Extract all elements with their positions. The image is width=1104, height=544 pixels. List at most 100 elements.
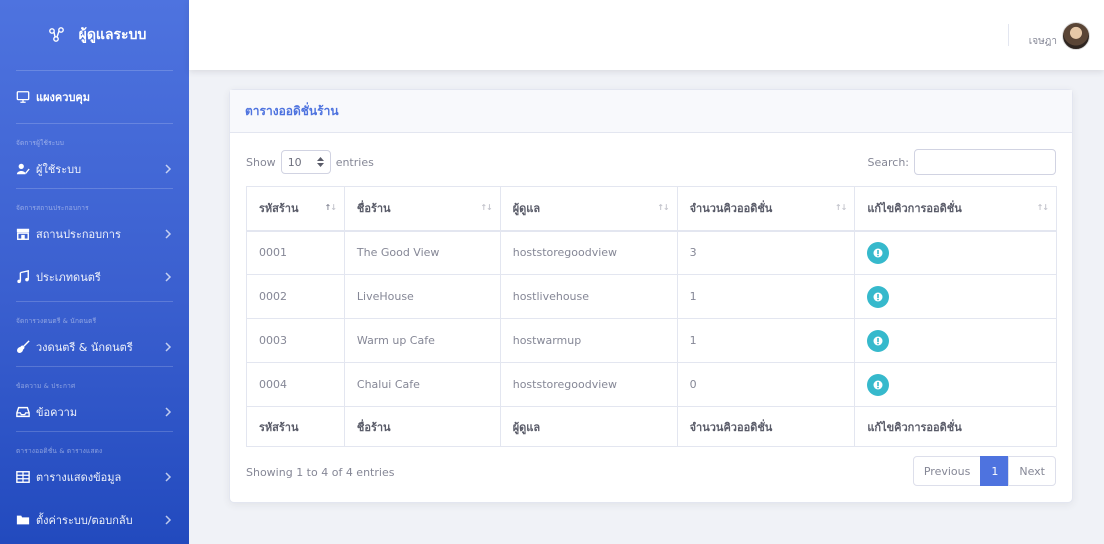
chevron-right-icon (165, 342, 172, 352)
previous-page-button[interactable]: Previous (912, 456, 982, 486)
sidebar-heading: ตารางออดิชั่น & ตารางแสดง (16, 447, 103, 455)
cell-store-name: The Good View (343, 230, 501, 275)
info-icon (873, 336, 883, 345)
card-title: ตารางออดิชั่นร้าน (245, 103, 339, 118)
cell-store-id: 0001 (246, 230, 345, 275)
sidebar-item-settings[interactable]: ตั้งค่าระบบ/ตอบกลับ (0, 500, 189, 540)
audition-table-card: ตารางออดิชั่นร้าน Show 10 entries Search… (229, 89, 1073, 503)
cell-admin: hostwarmup (499, 318, 678, 363)
sidebar-item-label: วงดนตรี & นักดนตรี (36, 341, 133, 354)
column-header-edit-queue[interactable]: แก้ไขคิวการออดิชั่น ↑↓ (854, 186, 1057, 232)
search-input[interactable] (914, 149, 1056, 175)
page-1-button[interactable]: 1 (980, 456, 1010, 486)
table-row: 0004 Chalui Cafe hoststoregoodview 0 (246, 362, 1057, 407)
cell-store-name: Chalui Cafe (343, 362, 501, 407)
edit-queue-button[interactable] (867, 329, 890, 352)
edit-queue-button[interactable] (867, 241, 890, 264)
sidebar-heading: จัดการวงดนตรี & นักดนตรี (16, 317, 97, 325)
inbox-icon (16, 406, 30, 418)
sidebar-item-bands[interactable]: วงดนตรี & นักดนตรี (0, 328, 189, 366)
user-name[interactable]: เจษฎา (1029, 34, 1057, 49)
store-icon (16, 228, 30, 240)
cell-store-name: LiveHouse (343, 274, 501, 319)
column-header-label: จำนวนคิวออดิชั่น (689, 202, 773, 216)
cell-audition-count: 1 (676, 318, 856, 363)
chevron-right-icon (165, 272, 172, 282)
chevron-right-icon (165, 164, 172, 174)
sidebar-item-dashboard[interactable]: แผงควบคุม (0, 71, 189, 123)
sidebar-item-label: แผงควบคุม (36, 91, 91, 104)
topbar-divider (1008, 24, 1009, 46)
sidebar-item-messages[interactable]: ข้อความ (0, 393, 189, 431)
card-header: ตารางออดิชั่นร้าน (230, 90, 1072, 133)
column-header-audition-count[interactable]: จำนวนคิวออดิชั่น ↑↓ (676, 186, 856, 232)
cell-audition-count: 1 (676, 274, 856, 319)
users-icon (16, 163, 30, 175)
cell-admin: hostlivehouse (499, 274, 678, 319)
edit-queue-button[interactable] (867, 285, 890, 308)
avatar[interactable] (1062, 22, 1090, 50)
show-label: Show (246, 155, 276, 169)
sidebar-item-label: สถานประกอบการ (36, 228, 121, 241)
sort-icon: ↑↓ (324, 203, 336, 212)
folder-icon (16, 515, 30, 525)
audition-table: รหัสร้าน ↑↓ ชื่อร้าน ↑↓ ผู้ดูแล ↑↓ จำนวนคิว… (246, 186, 1057, 447)
sidebar-item-label: ประเภทดนตรี (36, 271, 101, 284)
cell-edit (854, 230, 1057, 275)
entries-length-control: Show 10 entries (246, 150, 374, 174)
sidebar-item-establishments[interactable]: สถานประกอบการ (0, 215, 189, 253)
footer-label: แก้ไขคิวการออดิชั่น (854, 406, 1057, 447)
table-info: Showing 1 to 4 of 4 entries (246, 466, 395, 479)
table-row: 0003 Warm up Cafe hostwarmup 1 (246, 318, 1057, 363)
cell-admin: hoststoregoodview (499, 362, 678, 407)
brand[interactable]: ผู้ดูแลระบบ (0, 0, 189, 70)
column-header-label: แก้ไขคิวการออดิชั่น (867, 202, 962, 216)
info-icon (873, 248, 883, 258)
cell-audition-count: 3 (676, 230, 856, 275)
cell-edit (854, 318, 1057, 363)
guitar-icon (17, 340, 30, 353)
table-controls: Show 10 entries Search: (246, 149, 1056, 175)
table-icon (16, 471, 30, 483)
column-header-store-id[interactable]: รหัสร้าน ↑↓ (246, 186, 345, 232)
column-header-label: ผู้ดูแล (512, 202, 541, 216)
info-icon (873, 292, 883, 301)
next-page-button[interactable]: Next (1008, 456, 1056, 486)
topbar: เจษฎา (189, 0, 1104, 70)
sidebar-item-label: ผู้ใช้ระบบ (36, 163, 82, 176)
chevron-right-icon (165, 472, 172, 482)
sidebar-heading: จัดการผู้ใช้ระบบ (16, 139, 65, 147)
sidebar-item-label: ตั้งค่าระบบ/ตอบกลับ (36, 514, 133, 527)
search-label: Search: (867, 155, 910, 169)
sort-icon: ↑↓ (657, 203, 669, 212)
table-footer-row: รหัสร้าน ชื่อร้าน ผู้ดูแล จำนวนคิวออดิชั… (246, 406, 1057, 447)
entries-select[interactable]: 10 (280, 150, 331, 174)
cell-admin: hoststoregoodview (499, 230, 678, 275)
footer-label: ชื่อร้าน (343, 406, 501, 447)
sidebar-heading: ข้อความ & ประกาศ (16, 382, 76, 390)
sidebar-item-label: ตารางแสดงข้อมูล (36, 471, 122, 484)
brand-text: ผู้ดูแลระบบ (78, 27, 147, 43)
sidebar-heading: จัดการสถานประกอบการ (16, 204, 89, 212)
sidebar-item-music-types[interactable]: ประเภทดนตรี (0, 253, 189, 301)
column-header-label: รหัสร้าน (259, 202, 299, 216)
edit-queue-button[interactable] (867, 373, 890, 396)
sidebar-item-schedule-table[interactable]: ตารางแสดงข้อมูล (0, 458, 189, 496)
chevron-right-icon (165, 515, 172, 525)
pagination: Previous 1 Next (912, 456, 1056, 486)
info-icon (873, 380, 883, 389)
entries-select-value: 10 (287, 155, 302, 169)
cell-audition-count: 0 (676, 362, 856, 407)
column-header-label: ชื่อร้าน (356, 202, 391, 216)
column-header-admin[interactable]: ผู้ดูแล ↑↓ (499, 186, 678, 232)
column-header-store-name[interactable]: ชื่อร้าน ↑↓ (343, 186, 501, 232)
sort-updown-icon (316, 157, 324, 167)
table-header-row: รหัสร้าน ↑↓ ชื่อร้าน ↑↓ ผู้ดูแล ↑↓ จำนวนคิว… (246, 186, 1057, 232)
cell-store-id: 0004 (246, 362, 345, 407)
search-control: Search: (867, 149, 1056, 175)
sidebar: ผู้ดูแลระบบ แผงควบคุม จัดการผู้ใช้ระบบ ผ… (0, 0, 189, 544)
sidebar-item-users[interactable]: ผู้ใช้ระบบ (0, 150, 189, 188)
cell-store-id: 0003 (246, 318, 345, 363)
sort-icon: ↑↓ (1036, 203, 1049, 212)
footer-label: จำนวนคิวออดิชั่น (676, 406, 856, 447)
